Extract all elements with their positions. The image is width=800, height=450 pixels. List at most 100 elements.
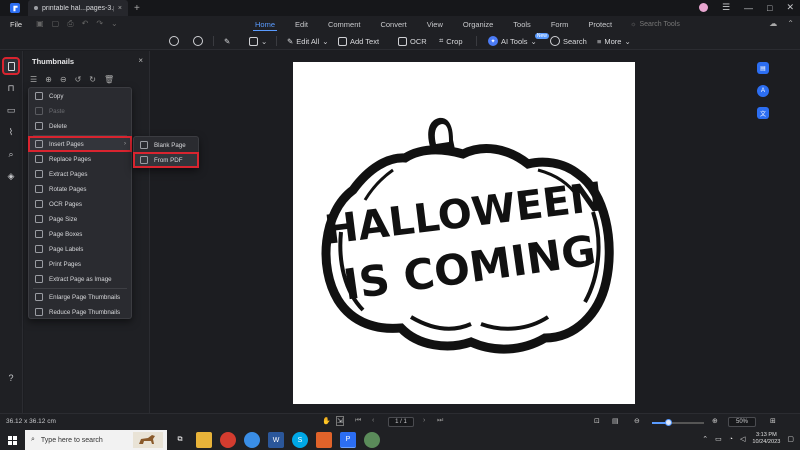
undo-icon[interactable]: ↶ [82, 19, 89, 29]
menu-item-ocr-pages[interactable]: OCR Pages [29, 197, 131, 211]
menu-item-insert-pages[interactable]: Insert Pages › [28, 136, 132, 152]
fit-page-icon[interactable]: ⊡ [594, 417, 600, 425]
zoom-out-button[interactable] [169, 32, 179, 50]
tab-convert[interactable]: Convert [370, 16, 416, 32]
menu-item-print-pages[interactable]: Print Pages [29, 257, 131, 271]
tab-protect[interactable]: Protect [578, 16, 622, 32]
highlight-button[interactable]: ✎ [224, 32, 230, 50]
last-page-icon[interactable]: ⏭ [437, 417, 443, 425]
skype-icon[interactable]: S [292, 432, 308, 448]
zoom-slider-handle[interactable] [664, 419, 672, 426]
pdf-page[interactable]: HALLOWEEN IS COMING [293, 62, 635, 404]
tab-edit[interactable]: Edit [285, 16, 318, 32]
print-icon[interactable]: ⎙ [67, 19, 73, 29]
tab-comment[interactable]: Comment [318, 16, 371, 32]
chrome-icon[interactable] [220, 432, 236, 448]
taskbar-search[interactable]: ⌕ Type here to search [25, 430, 167, 450]
wifi-icon[interactable]: ◔ [729, 436, 733, 443]
tab-tools[interactable]: Tools [503, 16, 541, 32]
rotate-right-icon[interactable]: ↻ [89, 75, 96, 84]
open-icon[interactable]: ▢ [52, 19, 60, 29]
avatar[interactable] [698, 3, 708, 12]
tab-close-icon[interactable]: × [118, 5, 122, 12]
windows-start-icon[interactable] [8, 435, 17, 445]
next-page-icon[interactable]: › [423, 417, 425, 424]
menu-item-replace-pages[interactable]: Replace Pages [29, 152, 131, 166]
layers-button[interactable]: ◈ [4, 169, 18, 183]
fit-width-icon[interactable]: ⊞ [770, 417, 776, 425]
new-tab-button[interactable]: + [134, 3, 140, 14]
save-icon[interactable]: ▣ [36, 19, 44, 29]
zoom-in-button[interactable] [193, 32, 203, 50]
menu-item-page-boxes[interactable]: Page Boxes [29, 227, 131, 241]
crop-button[interactable]: ⌗ Crop [439, 32, 463, 50]
search-tools[interactable]: ☼ Search Tools [630, 21, 680, 28]
minimize-button[interactable]: — [744, 3, 753, 13]
page-layout-icon[interactable]: ▤ [612, 417, 619, 425]
menu-item-copy[interactable]: Copy [29, 89, 131, 103]
search-panel-button[interactable]: ⌕ [4, 147, 18, 161]
collapse-ribbon-icon[interactable]: ⌃ [787, 19, 794, 28]
close-window-button[interactable]: ✕ [786, 2, 794, 13]
menu-item-enlarge-thumbnails[interactable]: Enlarge Page Thumbnails [29, 290, 131, 304]
menu-icon[interactable]: ☰ [722, 2, 730, 13]
volume-icon[interactable]: ◁ [740, 435, 745, 443]
tab-home[interactable]: Home [245, 16, 285, 32]
word-icon[interactable]: W [268, 432, 284, 448]
panel-close-icon[interactable]: × [138, 56, 143, 65]
zoom-in-icon[interactable]: ⊕ [45, 75, 52, 84]
redo-icon[interactable]: ↷ [96, 19, 103, 29]
zoom-slider[interactable] [652, 419, 704, 426]
page-number-field[interactable]: 1 / 1 [388, 417, 414, 427]
ai-assistant-icon[interactable]: A [757, 85, 769, 97]
first-page-icon[interactable]: ⏮ [355, 417, 361, 425]
chevron-up-icon[interactable]: ⌃ [702, 435, 708, 443]
select-tool-icon[interactable]: ⇲ [336, 416, 344, 426]
bookmarks-button[interactable]: ⊓ [4, 81, 18, 95]
translate-icon[interactable]: 文 [757, 107, 769, 119]
menu-item-from-pdf[interactable]: From PDF [133, 152, 199, 168]
hand-tool-icon[interactable]: ✋ [322, 417, 331, 425]
notifications-icon[interactable]: ▢ [787, 435, 794, 443]
zoom-out-icon[interactable]: ⊖ [60, 75, 67, 84]
pumpkin-app-icon[interactable] [316, 432, 332, 448]
search-button[interactable]: Search [550, 32, 587, 50]
maximize-button[interactable]: □ [767, 3, 772, 13]
ai-tools-button[interactable]: ✦ AI Tools ⌄ New [488, 32, 549, 50]
ocr-button[interactable]: OCR [398, 32, 427, 50]
menu-item-extract-image[interactable]: Extract Page as Image [29, 272, 131, 286]
edit-all-button[interactable]: ✎ Edit All ⌄ [287, 32, 329, 50]
shape-button[interactable]: ⌄ [249, 32, 267, 50]
rotate-left-icon[interactable]: ↺ [75, 75, 82, 84]
menu-item-blank-page[interactable]: Blank Page [134, 138, 198, 152]
task-view-icon[interactable]: ⧉ [172, 432, 188, 448]
zoom-in-icon[interactable]: ⊕ [712, 417, 718, 425]
zoom-level[interactable]: 50% [728, 417, 756, 427]
pdf-editor-taskbar-icon[interactable]: P [340, 432, 356, 448]
app-icon[interactable] [364, 432, 380, 448]
comments-button[interactable]: ▭ [4, 103, 18, 117]
attachments-button[interactable]: ⌇ [4, 125, 18, 139]
tab-organize[interactable]: Organize [453, 16, 503, 32]
tab-view[interactable]: View [417, 16, 453, 32]
more-button[interactable]: ≡ More ⌄ [597, 32, 631, 50]
menu-icon[interactable]: ☰ [30, 75, 37, 84]
menu-item-delete[interactable]: Delete [29, 119, 131, 133]
delete-icon[interactable]: 🗑 [104, 75, 114, 84]
menu-item-page-labels[interactable]: Page Labels [29, 242, 131, 256]
tab-form[interactable]: Form [541, 16, 579, 32]
chrome-profile-icon[interactable] [244, 432, 260, 448]
help-button[interactable]: ? [4, 371, 18, 385]
menu-item-extract-pages[interactable]: Extract Pages [29, 167, 131, 181]
file-explorer-icon[interactable] [196, 432, 212, 448]
file-menu[interactable]: File [10, 20, 22, 29]
thumbnails-panel-button[interactable] [2, 57, 20, 75]
upload-cloud-icon[interactable]: ☁ [769, 19, 777, 28]
previous-page-icon[interactable]: ‹ [372, 417, 374, 424]
clock[interactable]: 3:13 PM 10/24/2023 [752, 432, 780, 446]
add-text-button[interactable]: Add Text [338, 32, 379, 50]
network-icon[interactable]: ▭ [715, 435, 722, 443]
menu-item-page-size[interactable]: Page Size [29, 212, 131, 226]
zoom-out-icon[interactable]: ⊖ [634, 417, 640, 425]
properties-icon[interactable]: ▤ [757, 62, 769, 74]
